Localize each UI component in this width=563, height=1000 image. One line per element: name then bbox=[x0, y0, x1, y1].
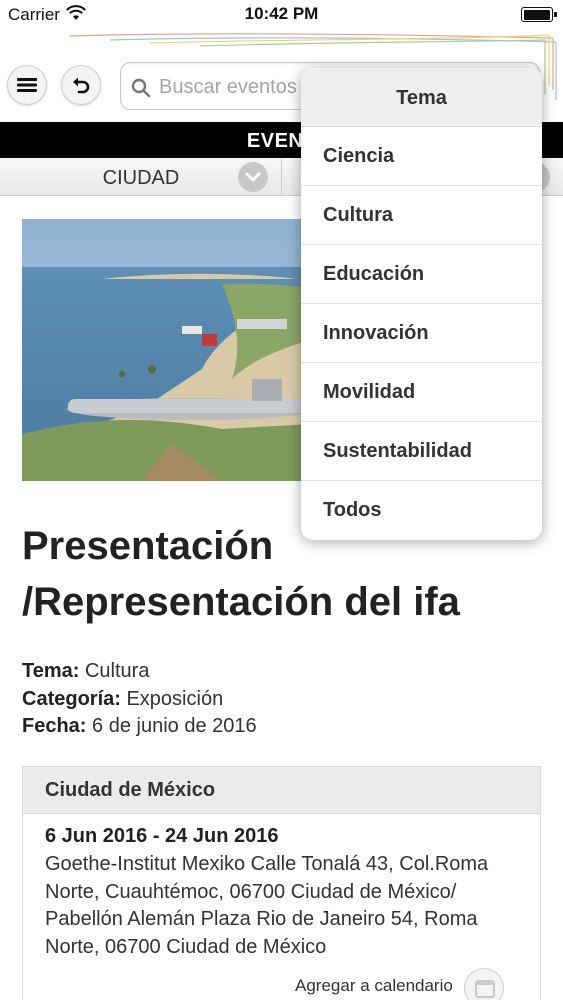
hamburger-icon bbox=[17, 78, 37, 92]
tema-label: Tema: bbox=[22, 660, 80, 682]
dropdown-title: Tema bbox=[301, 68, 542, 127]
tema-row: Tema: Cultura bbox=[22, 658, 257, 686]
event-meta: Tema: Cultura Categoría: Exposición Fech… bbox=[22, 658, 257, 741]
status-bar: Carrier 10:42 PM bbox=[0, 0, 563, 30]
tema-dropdown: Tema Ciencia Cultura Educación Innovació… bbox=[301, 68, 542, 540]
menu-button[interactable] bbox=[7, 65, 47, 105]
city-filter[interactable]: CIUDAD bbox=[0, 158, 282, 196]
dropdown-item-movilidad[interactable]: Movilidad bbox=[301, 363, 542, 422]
fecha-label: Fecha: bbox=[22, 715, 87, 737]
categoria-value: Exposición bbox=[126, 687, 224, 710]
back-button[interactable] bbox=[61, 65, 101, 105]
location-dates: 6 Jun 2016 - 24 Jun 2016 bbox=[45, 825, 279, 847]
calendar-icon[interactable] bbox=[464, 968, 504, 1000]
undo-arrow-icon bbox=[73, 77, 90, 94]
dropdown-item-educacion[interactable]: Educación bbox=[301, 245, 542, 304]
dropdown-item-sustentabilidad[interactable]: Sustentabilidad bbox=[301, 422, 542, 481]
fecha-value: 6 de junio de 2016 bbox=[92, 715, 257, 737]
dropdown-item-innovacion[interactable]: Innovación bbox=[301, 304, 542, 363]
categoria-row: Categoría: Exposición bbox=[22, 686, 257, 714]
add-to-calendar-link[interactable]: Agregar a calendario bbox=[295, 976, 453, 996]
search-icon bbox=[131, 78, 151, 98]
fecha-row: Fecha: 6 de junio de 2016 bbox=[22, 713, 257, 741]
location-city: Ciudad de México bbox=[23, 767, 540, 814]
location-address: Goethe-Institut Mexiko Calle Tonalá 43, … bbox=[45, 853, 489, 958]
dropdown-item-todos[interactable]: Todos bbox=[301, 481, 542, 540]
location-card: Ciudad de México 6 Jun 2016 - 24 Jun 201… bbox=[22, 766, 541, 1000]
tema-value: Cultura bbox=[84, 660, 150, 682]
clock: 10:42 PM bbox=[244, 4, 319, 23]
categoria-label: Categoría: bbox=[22, 687, 121, 710]
dropdown-item-ciencia[interactable]: Ciencia bbox=[301, 127, 542, 186]
chevron-down-icon bbox=[238, 162, 268, 192]
dropdown-item-cultura[interactable]: Cultura bbox=[301, 186, 542, 245]
battery-icon bbox=[521, 7, 557, 22]
